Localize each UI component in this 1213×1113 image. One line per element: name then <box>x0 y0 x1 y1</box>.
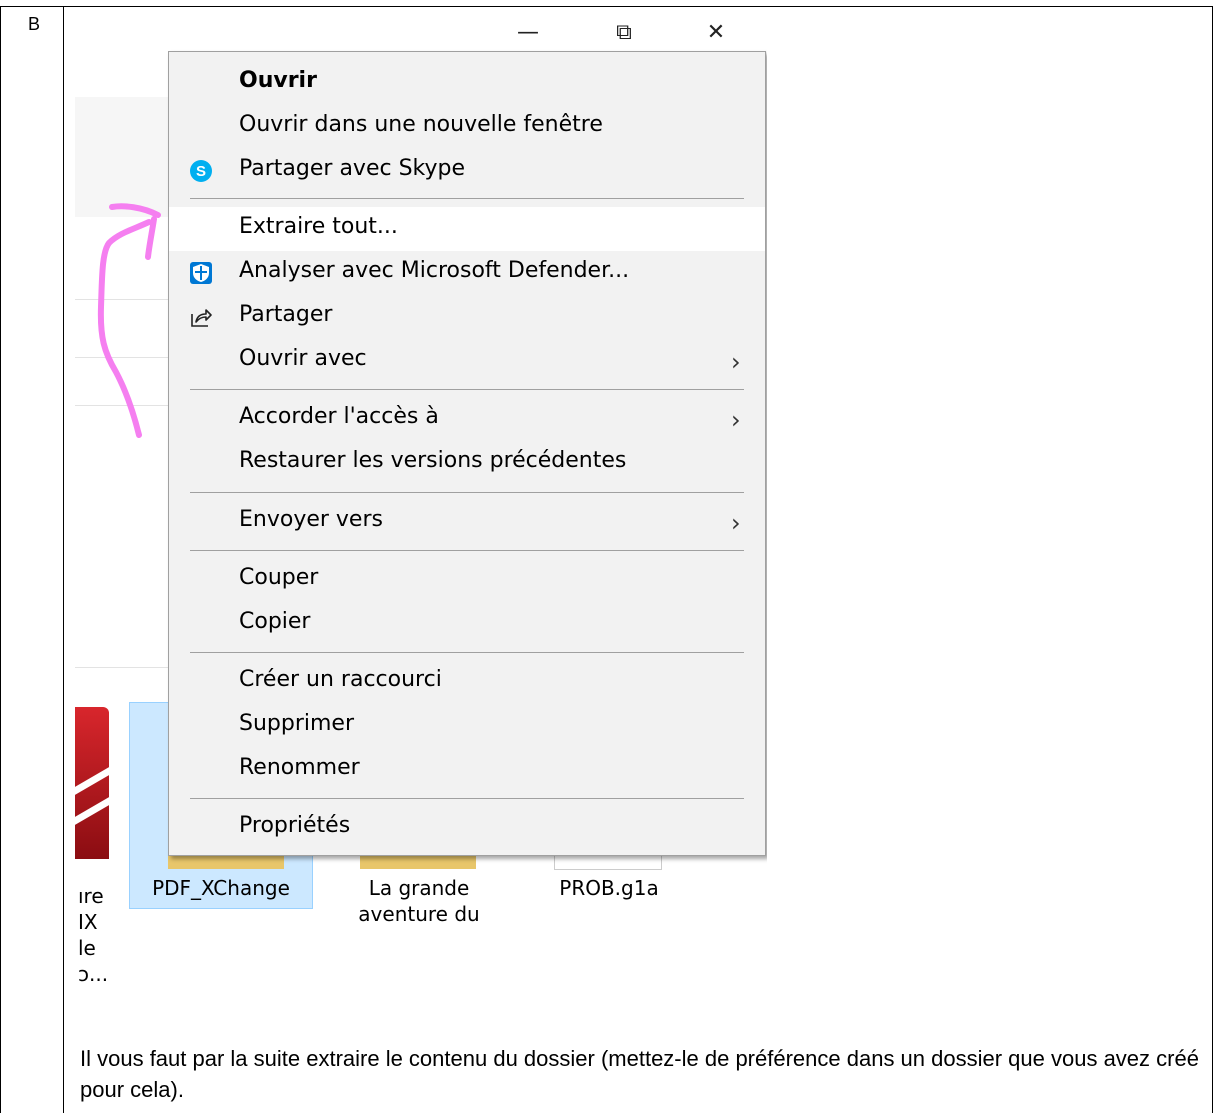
menu-separator <box>190 492 744 493</box>
menu-separator <box>190 389 744 390</box>
annotation-arrow <box>97 203 161 438</box>
menu-item-rename[interactable]: Renommer <box>169 748 765 792</box>
file-label[interactable]: PDF_XChange <box>134 875 308 901</box>
menu-separator <box>190 198 744 199</box>
menu-item-copy[interactable]: Copier <box>169 602 765 646</box>
chevron-right-icon: › <box>731 509 741 537</box>
menu-item-send-to[interactable]: Envoyer vers › <box>169 500 765 544</box>
menu-separator <box>190 652 744 653</box>
table-left-border <box>0 6 1 1113</box>
menu-item-cut[interactable]: Couper <box>169 558 765 602</box>
row-label: B <box>28 14 41 34</box>
pdf-file-icon[interactable] <box>75 707 109 859</box>
chevron-right-icon: › <box>731 348 741 376</box>
menu-item-properties[interactable]: Propriétés <box>169 806 765 850</box>
menu-item-delete[interactable]: Supprimer <box>169 704 765 748</box>
menu-separator <box>190 798 744 799</box>
file-label[interactable]: PROB.g1a <box>534 875 684 901</box>
explorer-screenshot: — ⧉ ✕ ıre IX le ɔ... PDF_XChange La gran… <box>64 7 767 1010</box>
minimize-button[interactable]: — <box>516 21 540 45</box>
instruction-caption: Il vous faut par la suite extraire le co… <box>80 1046 1199 1102</box>
partial-file-label[interactable]: ıre IX le ɔ... <box>78 883 118 987</box>
chevron-right-icon: › <box>731 406 741 434</box>
menu-item-create-shortcut[interactable]: Créer un raccourci <box>169 660 765 704</box>
close-button[interactable]: ✕ <box>704 21 728 45</box>
file-label[interactable]: La grande aventure du <box>329 875 509 927</box>
restore-button[interactable]: ⧉ <box>612 21 636 45</box>
menu-separator <box>190 550 744 551</box>
